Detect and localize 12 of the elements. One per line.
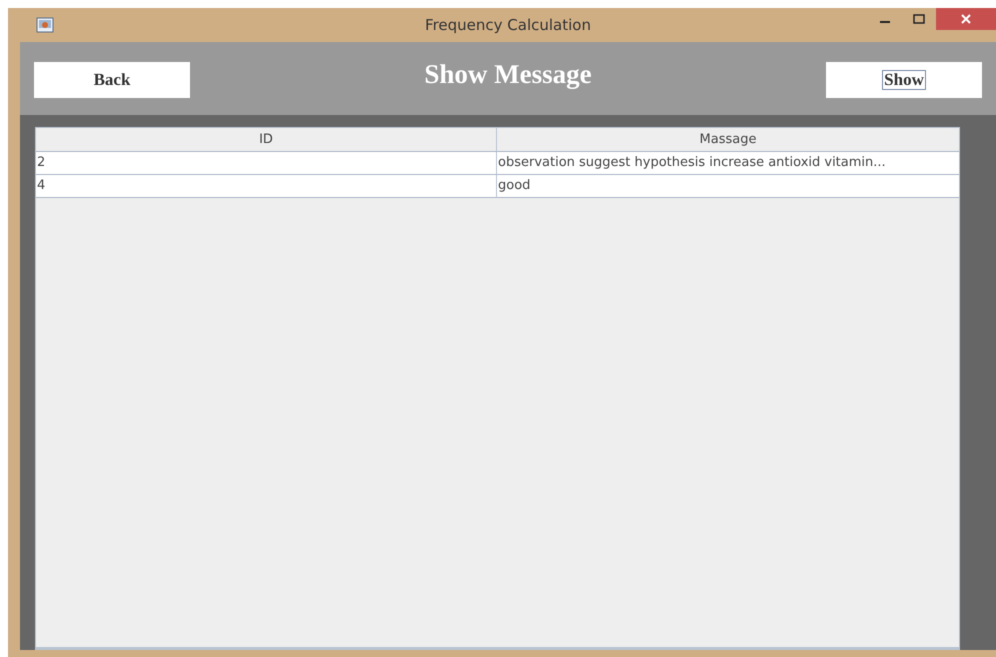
table-cell: observation suggest hypothesis increase antioxid vitamin... <box>497 152 959 175</box>
close-button[interactable] <box>936 8 996 30</box>
maximize-icon[interactable] <box>913 14 925 24</box>
close-icon <box>961 14 971 24</box>
table-cell: 4 <box>36 175 497 198</box>
back-button[interactable]: Back <box>34 62 190 98</box>
app-icon <box>36 17 54 33</box>
table-cell: good <box>497 175 959 198</box>
page-title: Show Message <box>424 59 592 90</box>
table-cell: 2 <box>36 152 497 175</box>
show-button[interactable]: Show <box>826 62 982 98</box>
window-title: Frequency Calculation <box>425 16 591 34</box>
